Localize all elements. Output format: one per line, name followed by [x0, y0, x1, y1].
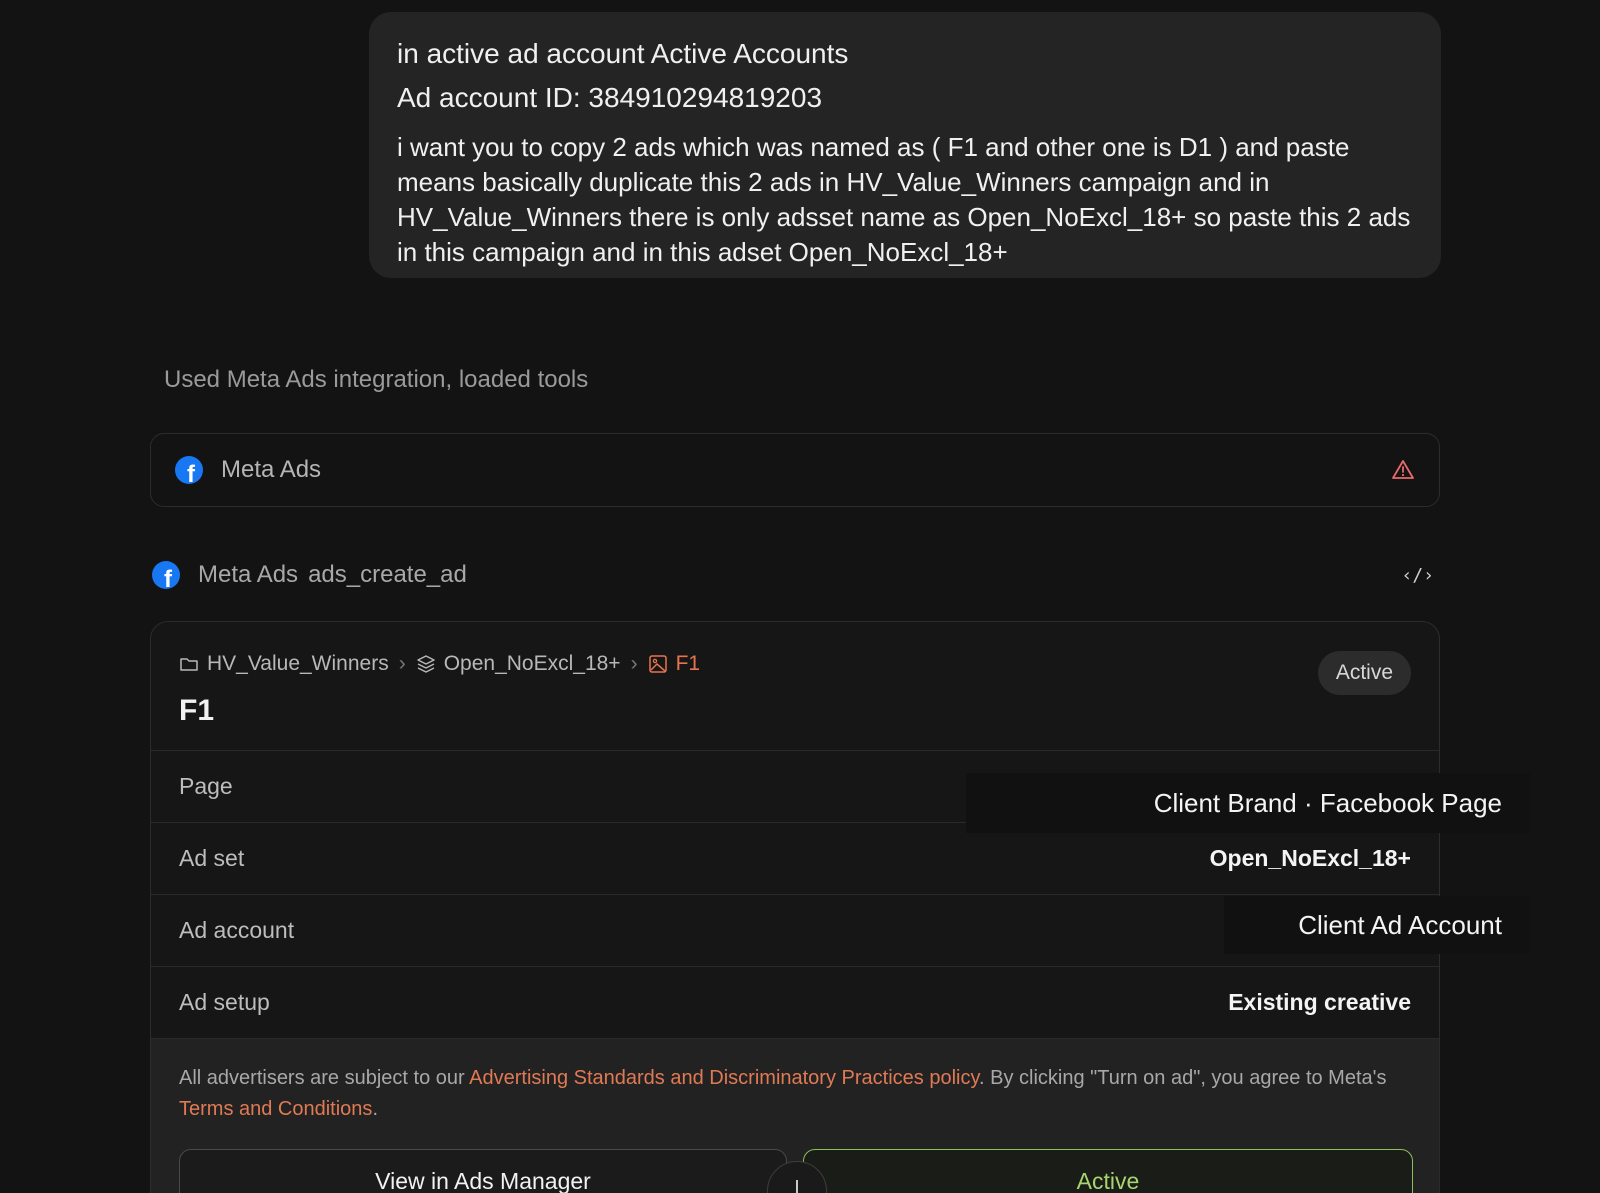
chat-page: in active ad account Active Accounts Ad … — [0, 0, 1600, 1193]
tool-call-label: Meta Ads ads_create_ad — [198, 561, 467, 589]
layers-icon — [416, 655, 435, 673]
user-message-bubble: in active ad account Active Accounts Ad … — [369, 12, 1441, 278]
code-brackets-icon[interactable]: ‹/› — [1401, 565, 1434, 586]
breadcrumb-ad[interactable]: F1 — [676, 652, 701, 676]
folder-icon — [180, 658, 198, 671]
row-label-ad-set: Ad set — [179, 845, 245, 871]
detail-row-ad-setup: Ad setup Existing creative — [151, 966, 1439, 1038]
facebook-icon: f — [175, 456, 203, 484]
row-value-ad-setup: Existing creative — [1228, 989, 1411, 1015]
status-badge: Active — [1317, 651, 1411, 695]
user-message-line-1: in active ad account Active Accounts — [397, 38, 849, 69]
legal-suffix: . — [372, 1098, 378, 1120]
tool-call-row[interactable]: f Meta Ads ads_create_ad ‹/› — [152, 560, 1434, 590]
row-label-ad-setup: Ad setup — [179, 989, 270, 1015]
action-buttons: View in Ads Manager Active | — [179, 1149, 1413, 1193]
row-value-ad-set: Open_NoExcl_18+ — [1209, 845, 1411, 871]
ad-card-header: HV_Value_Winners › Open_NoExcl_18+ › F1 … — [151, 622, 1439, 750]
row-label-ad-account: Ad account — [179, 917, 295, 943]
user-message-body: i want you to copy 2 ads which was named… — [397, 132, 1411, 267]
tool-function-name: ads_create_ad — [308, 561, 467, 588]
ad-account-value-overlay: Client Ad Account — [1224, 896, 1530, 954]
tool-integration-name: Meta Ads — [198, 561, 299, 588]
policy-link[interactable]: Advertising Standards and Discriminatory… — [469, 1067, 979, 1089]
facebook-icon: f — [152, 561, 180, 589]
integration-card-meta-ads[interactable]: f Meta Ads — [150, 433, 1440, 507]
active-toggle-button[interactable]: Active — [803, 1149, 1413, 1193]
breadcrumb-campaign[interactable]: HV_Value_Winners — [207, 652, 389, 676]
ad-title: F1 — [179, 694, 215, 727]
breadcrumb: HV_Value_Winners › Open_NoExcl_18+ › F1 — [179, 652, 700, 676]
image-icon — [648, 655, 667, 673]
terms-link[interactable]: Terms and Conditions — [179, 1098, 372, 1120]
breadcrumb-separator: › — [630, 652, 638, 675]
warning-triangle-icon[interactable] — [1391, 458, 1415, 482]
row-label-page: Page — [179, 773, 233, 799]
breadcrumb-adset[interactable]: Open_NoExcl_18+ — [444, 652, 621, 676]
legal-footer: All advertisers are subject to our Adver… — [151, 1038, 1439, 1193]
legal-middle: . By clicking "Turn on ad", you agree to… — [978, 1067, 1387, 1089]
legal-text: All advertisers are subject to our Adver… — [179, 1063, 1411, 1125]
page-value-overlay: Client Brand · Facebook Page — [966, 773, 1530, 833]
user-message-line-2: Ad account ID: 384910294819203 — [397, 82, 823, 113]
view-in-ads-manager-button[interactable]: View in Ads Manager — [179, 1149, 787, 1193]
legal-prefix: All advertisers are subject to our — [179, 1067, 470, 1089]
integration-name: Meta Ads — [221, 456, 322, 483]
tool-status-text[interactable]: Used Meta Ads integration, loaded tools — [164, 366, 588, 394]
breadcrumb-separator: › — [398, 652, 406, 675]
